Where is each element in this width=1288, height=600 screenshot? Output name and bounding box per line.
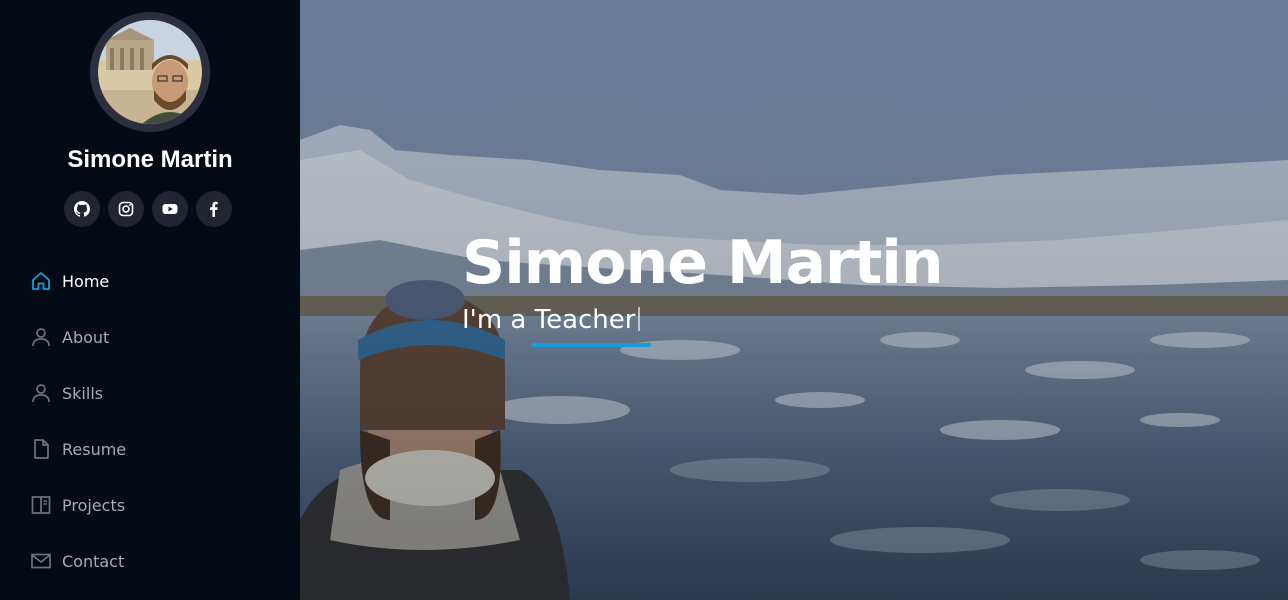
avatar-ring: [90, 12, 210, 132]
facebook-icon: [210, 201, 218, 217]
person-icon: [30, 382, 52, 404]
hero-subtitle: I'm a Teacher: [462, 305, 641, 335]
github-link[interactable]: [64, 191, 100, 227]
home-icon: [30, 270, 52, 292]
hero-section: Simone Martin I'm a Teacher: [300, 0, 1288, 600]
nav-item-about[interactable]: About: [30, 309, 126, 365]
sidebar-name: Simone Martin: [67, 146, 233, 173]
avatar[interactable]: [98, 20, 202, 124]
hero-title: Simone Martin: [462, 228, 944, 298]
nav-label-about: About: [62, 327, 110, 347]
nav-item-home[interactable]: Home: [30, 253, 126, 309]
typed-text: I'm a Teacher: [462, 305, 636, 335]
envelope-icon: [30, 550, 52, 572]
nav-label-skills: Skills: [62, 383, 104, 403]
sidebar: Simone Martin Home About Skills Resume P…: [0, 0, 300, 600]
columns-icon: [30, 494, 52, 516]
nav-item-resume[interactable]: Resume: [30, 421, 126, 477]
nav-label-home: Home: [62, 271, 110, 291]
instagram-icon: [118, 201, 134, 217]
nav-item-projects[interactable]: Projects: [30, 477, 126, 533]
youtube-link[interactable]: [152, 191, 188, 227]
person-icon: [30, 326, 52, 348]
github-icon: [74, 201, 90, 217]
nav-label-projects: Projects: [62, 495, 126, 515]
file-icon: [30, 438, 52, 460]
nav-label-contact: Contact: [62, 551, 125, 571]
instagram-link[interactable]: [108, 191, 144, 227]
nav-label-resume: Resume: [62, 439, 127, 459]
youtube-icon: [162, 204, 178, 214]
typing-cursor: [638, 307, 641, 331]
nav-item-contact[interactable]: Contact: [30, 533, 126, 589]
main-nav: Home About Skills Resume Projects Contac…: [30, 253, 126, 589]
nav-item-skills[interactable]: Skills: [30, 365, 126, 421]
hero-background-image: [300, 0, 1288, 600]
social-links: [64, 191, 232, 227]
typed-underline: [531, 343, 651, 347]
facebook-link[interactable]: [196, 191, 232, 227]
